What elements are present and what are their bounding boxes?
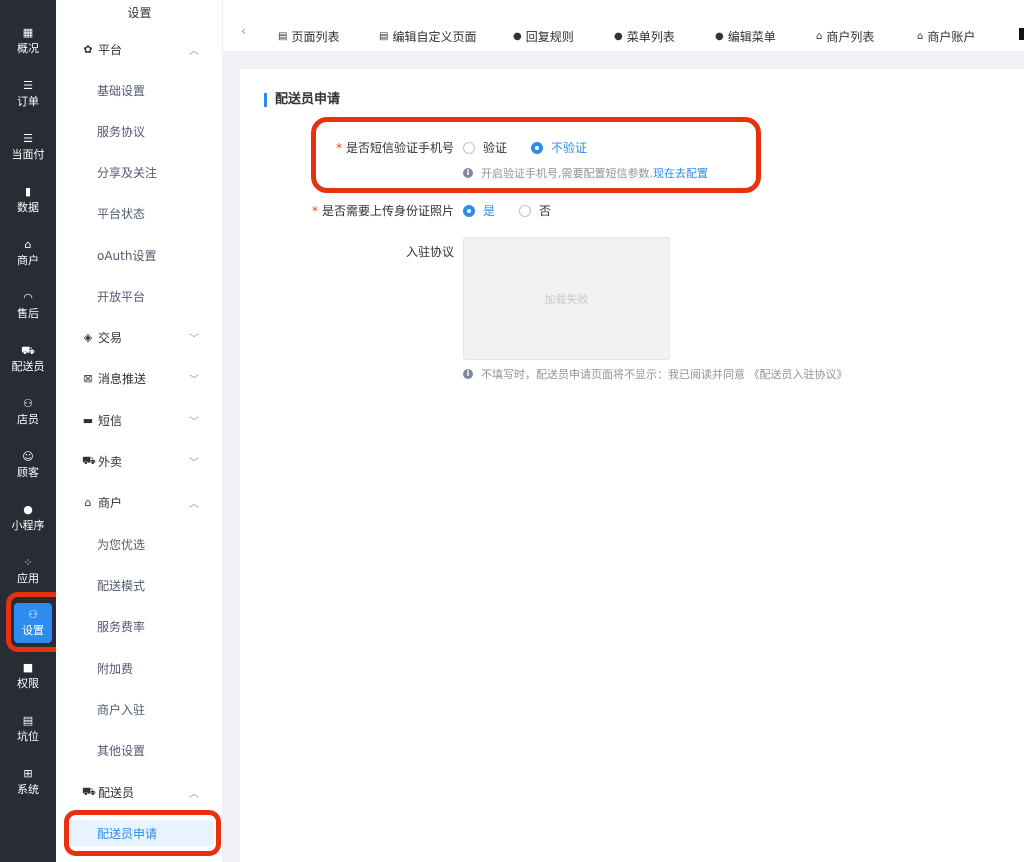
delivery-bike-icon: ⛟: [82, 453, 96, 467]
wechat-icon: ●: [513, 31, 522, 42]
radio-checked-icon: [463, 204, 475, 217]
rail-item-slots[interactable]: ▤ 坑位: [4, 706, 52, 752]
group-merchant[interactable]: ⌂ 商户 ︿: [56, 487, 223, 517]
subnav-item-recommend[interactable]: 为您优选: [97, 529, 145, 559]
chevron-down-icon: ﹀: [189, 416, 199, 428]
page-icon: ▤: [379, 31, 389, 42]
tab-page-list[interactable]: ▤ 页面列表: [278, 28, 339, 45]
rail-item-clerk[interactable]: ⚇ 店员: [4, 389, 52, 435]
lock-icon: ■: [22, 661, 34, 674]
sms-verify-highlight-annotation: [311, 117, 761, 193]
subnav-item-oauth[interactable]: oAuth设置: [97, 240, 156, 270]
subnav-item-service-fee[interactable]: 服务费率: [97, 611, 145, 641]
id-photo-label: * 是否需要上传身份证照片: [311, 204, 454, 218]
subnav-item-basic[interactable]: 基础设置: [97, 75, 145, 105]
subnav-item-platform-status[interactable]: 平台状态: [97, 198, 145, 228]
courier-apply-form-card: 配送员申请 * 是否短信验证手机号 验证 不验证 i 开启验证手机号,需要配置短信参…: [240, 69, 1024, 862]
rail-item-overview[interactable]: ▦ 概况: [4, 18, 52, 64]
subnav-item-share[interactable]: 分享及关注: [97, 157, 157, 187]
tab-edit-menu[interactable]: ● 编辑菜单: [715, 28, 776, 45]
users-icon: ⚇: [23, 397, 33, 410]
trade-icon: ◈: [83, 330, 93, 344]
courier-apply-highlight-annotation: [64, 810, 221, 856]
bar-chart-icon: ▮: [24, 185, 32, 198]
page-title: 配送员申请: [264, 93, 340, 107]
group-platform[interactable]: ✿ 平台 ︿: [56, 34, 223, 64]
settings-subnav: 设置 ✿ 平台 ︿ 基础设置 服务协议 分享及关注 平台状态 oAuth设置 开…: [56, 0, 223, 862]
subnav-item-other[interactable]: 其他设置: [97, 735, 145, 765]
chevron-up-icon: ︿: [189, 498, 199, 510]
rail-item-apps[interactable]: ⁘ 应用: [4, 548, 52, 594]
group-push[interactable]: ⊠ 消息推送 ﹀: [56, 363, 223, 393]
subnav-item-open-platform[interactable]: 开放平台: [97, 281, 145, 311]
list-icon: ☰: [23, 79, 33, 92]
windows-icon: ⊞: [23, 767, 33, 780]
rail-item-merchant[interactable]: ⌂ 商户: [4, 230, 52, 276]
list-icon: ☰: [23, 132, 33, 145]
document-icon: ▤: [22, 714, 34, 727]
subnav-item-delivery-mode[interactable]: 配送模式: [97, 570, 145, 600]
main-nav-rail: ▦ 概况 ☰ 订单 ☰ 当面付 ▮ 数据 ⌂ 商户 ◠ 售后 ⛟ 配送员 ⚇ 店员 ☺ 顾客 ● 小…: [0, 0, 56, 862]
store-icon: ⌂: [917, 31, 924, 42]
agreement-label: 入驻协议: [405, 245, 454, 259]
message-icon: ▬: [82, 413, 94, 427]
page-icon: ▤: [278, 31, 288, 42]
info-icon: i: [463, 369, 473, 379]
gear-icon: ✿: [83, 42, 93, 56]
rail-item-permissions[interactable]: ■ 权限: [4, 653, 52, 699]
delivery-bike-icon: ⛟: [82, 784, 96, 798]
store-icon: ⌂: [84, 495, 92, 509]
apps-icon: ⁘: [23, 556, 33, 569]
group-sms[interactable]: ▬ 短信 ﹀: [56, 405, 223, 435]
chevron-up-icon: ︿: [189, 45, 199, 57]
radio-icon: [519, 204, 531, 217]
wechat-icon: ●: [715, 31, 724, 42]
agreement-hint: i 不填写时，配送员申请页面将不显示：我已阅读并同意 《配送员入驻协议》: [463, 366, 848, 382]
chevron-up-icon: ︿: [189, 788, 199, 800]
tab-reply-rules[interactable]: ● 回复规则: [513, 28, 574, 45]
tab-overflow-edge: [1019, 28, 1024, 40]
rail-item-data[interactable]: ▮ 数据: [4, 177, 52, 223]
group-courier[interactable]: ⛟ 配送员 ︿: [56, 777, 223, 807]
chevron-down-icon: ﹀: [189, 457, 199, 469]
tab-edit-custom-page[interactable]: ▤ 编辑自定义页面: [379, 28, 476, 45]
bell-off-icon: ⊠: [83, 371, 93, 385]
rail-item-courier[interactable]: ⛟ 配送员: [4, 336, 52, 382]
group-takeout[interactable]: ⛟ 外卖 ﹀: [56, 446, 223, 476]
tab-merchant-list[interactable]: ⌂ 商户列表: [816, 28, 874, 45]
store-icon: ⌂: [24, 238, 32, 251]
subnav-item-merchant-join[interactable]: 商户入驻: [97, 694, 145, 724]
subnav-item-service-agreement[interactable]: 服务协议: [97, 116, 145, 146]
headset-icon: ◠: [23, 291, 33, 304]
group-trade[interactable]: ◈ 交易 ﹀: [56, 322, 223, 352]
chevron-down-icon: ﹀: [189, 333, 199, 345]
id-photo-option-no[interactable]: 否: [519, 202, 551, 219]
rail-item-orders[interactable]: ☰ 订单: [4, 71, 52, 117]
id-photo-option-yes[interactable]: 是: [463, 202, 495, 219]
tab-merchant-account[interactable]: ⌂ 商户账户: [917, 28, 975, 45]
rail-item-face-pay[interactable]: ☰ 当面付: [4, 124, 52, 170]
grid-icon: ▦: [22, 26, 34, 39]
subnav-title: 设置: [127, 6, 152, 20]
chevron-left-icon[interactable]: ‹: [241, 24, 246, 38]
user-circle-icon: ☺: [22, 450, 34, 463]
rail-item-after-sales[interactable]: ◠ 售后: [4, 283, 52, 329]
rail-item-system[interactable]: ⊞ 系统: [4, 759, 52, 805]
wechat-icon: ●: [614, 31, 623, 42]
wechat-icon: ●: [23, 503, 33, 516]
delivery-bike-icon: ⛟: [21, 344, 35, 357]
top-tabs-bar: ‹ ▤ 页面列表 ▤ 编辑自定义页面 ● 回复规则 ● 菜单列表 ● 编辑菜单 ⌂ 商户列表…: [223, 0, 1024, 52]
rail-item-mini-program[interactable]: ● 小程序: [4, 495, 52, 541]
tab-menu-list[interactable]: ● 菜单列表: [614, 28, 675, 45]
chevron-down-icon: ﹀: [189, 374, 199, 386]
rail-item-customer[interactable]: ☺ 顾客: [4, 442, 52, 488]
agreement-image-upload[interactable]: 加载失败: [463, 237, 670, 360]
store-icon: ⌂: [816, 31, 823, 42]
subnav-item-surcharge[interactable]: 附加费: [97, 653, 133, 683]
